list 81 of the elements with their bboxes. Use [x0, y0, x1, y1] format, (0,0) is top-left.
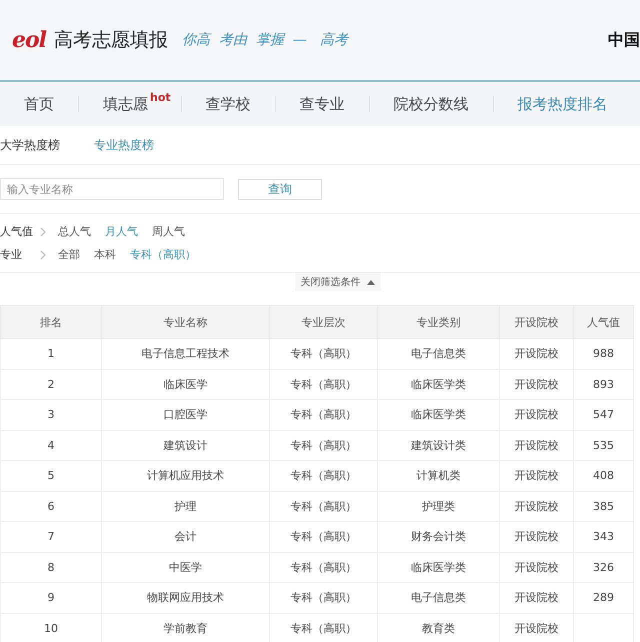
table-cell: 326: [593, 560, 614, 574]
table-cell: 1: [48, 347, 54, 360]
table-cell: 9: [48, 591, 54, 604]
filter-label: 人气值: [0, 224, 34, 239]
nav-item[interactable]: 查专业: [286, 94, 359, 114]
table-cell: 专科（高职）: [290, 408, 356, 422]
table-cell: 893: [593, 378, 614, 391]
table-cell: 物联网应用技术: [147, 591, 224, 604]
table-cell: 专科（高职）: [290, 347, 356, 360]
table-cell: 教育类: [422, 622, 455, 635]
table-cell: 7: [48, 530, 54, 544]
search-field[interactable]: 输入专业名称: [0, 178, 224, 200]
chevron-icon: [40, 226, 46, 236]
header-text: 中国: [608, 30, 640, 50]
table-cell: 财务会计类: [411, 530, 466, 544]
filter-label: 专业: [0, 247, 23, 262]
column-header: 专业类别: [378, 306, 500, 338]
table-cell: 289: [593, 591, 614, 604]
table-cell: 专科（高职）: [290, 591, 356, 604]
table-cell: 408: [593, 469, 614, 482]
table-cell: 专科（高职）: [290, 560, 356, 574]
table-cell: 建筑设计: [164, 438, 208, 452]
table-cell: 专科（高职）: [290, 378, 356, 391]
table-cell: 535: [593, 438, 614, 452]
table-cell: 临床医学类: [411, 408, 466, 422]
table-cell: 计算机类: [416, 469, 460, 482]
table-cell: 385: [593, 500, 614, 513]
table-cell: 547: [593, 408, 614, 422]
table-cell: 临床医学类: [411, 560, 466, 574]
ranking-tab[interactable]: 专业热度榜: [94, 136, 154, 154]
table-cell: 电子信息工程技术: [142, 347, 230, 360]
table-cell: 专科（高职）: [290, 500, 356, 513]
site-title: 高考志愿填报: [54, 28, 168, 53]
nav-item[interactable]: 报考热度排名: [504, 94, 622, 114]
table-cell: 988: [593, 347, 614, 360]
ranking-tab[interactable]: 大学热度榜: [0, 136, 60, 154]
table-cell: 临床医学: [164, 378, 208, 391]
query-button[interactable]: 查询: [238, 178, 322, 200]
table-cell: 护理: [174, 500, 196, 513]
table-cell: 3: [48, 408, 54, 422]
table-cell: 电子信息类: [411, 347, 466, 360]
column-header: 排名: [0, 306, 102, 338]
table-cell: 专科（高职）: [290, 622, 356, 635]
filter-option[interactable]: 月人气: [105, 224, 138, 239]
filter-option[interactable]: 周人气: [152, 224, 185, 239]
table-cell: 专科（高职）: [290, 469, 356, 482]
filter-option[interactable]: 本科: [94, 247, 116, 262]
table-cell: 建筑设计类: [411, 438, 466, 452]
table-cell: 临床医学类: [411, 378, 466, 391]
table-cell: 4: [48, 438, 54, 452]
table-cell: 2: [48, 378, 54, 391]
table-cell: 5: [48, 469, 54, 482]
table-cell: 口腔医学: [164, 408, 208, 422]
nav-item[interactable]: 院校分数线: [380, 94, 483, 114]
close-filters-button[interactable]: 关闭筛选条件: [294, 273, 380, 291]
chevron-icon: [40, 250, 46, 260]
site-logo[interactable]: eol: [12, 27, 46, 53]
column-header: 专业名称: [102, 306, 270, 338]
table-cell: 10: [44, 622, 58, 635]
table-cell: 计算机应用技术: [147, 469, 224, 482]
nav-item[interactable]: 查学校: [192, 94, 265, 114]
table-cell: 中医学: [169, 560, 202, 574]
table-cell: 8: [48, 560, 54, 574]
table-cell: 343: [593, 530, 614, 544]
column-header: 专业层次: [270, 306, 378, 338]
table-cell: 护理类: [422, 500, 455, 513]
up-triangle-icon: [366, 280, 374, 284]
table-cell: 专科（高职）: [290, 530, 356, 544]
table-cell: 专科（高职）: [290, 438, 356, 452]
filter-option[interactable]: 总人气: [58, 224, 91, 239]
hot-label: hot: [150, 90, 171, 104]
nav-item[interactable]: 首页: [10, 94, 68, 114]
table-cell: 电子信息类: [411, 591, 466, 604]
filter-option[interactable]: 专科（高职）: [130, 247, 196, 262]
table-cell: 学前教育: [164, 622, 208, 635]
table-cell: 会计: [174, 530, 196, 544]
slogan: 你高 考由 掌握 — 高考: [182, 31, 348, 49]
column-header: 人气值: [574, 306, 634, 338]
table-cell: 6: [48, 500, 54, 513]
filter-option[interactable]: 全部: [58, 247, 80, 262]
column-header: 开设院校: [500, 306, 574, 338]
